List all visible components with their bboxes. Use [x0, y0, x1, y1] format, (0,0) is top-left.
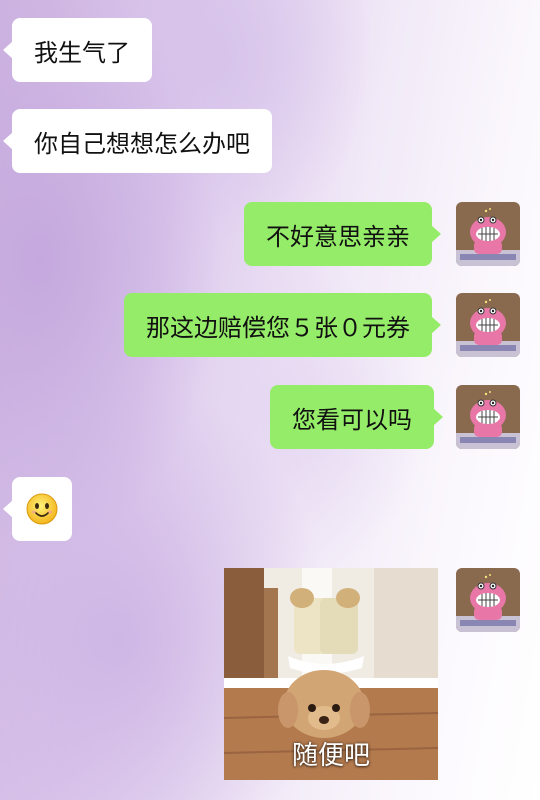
received-message-bubble[interactable]: 你自己想想怎么办吧 [3, 109, 272, 173]
user-avatar[interactable] [456, 568, 520, 632]
received-emoji-bubble[interactable] [3, 477, 72, 541]
smiling-face-emoji-icon [26, 493, 58, 525]
sent-message-bubble[interactable]: 那这边赔偿您５张０元券 [124, 293, 441, 357]
sticker-image[interactable]: 随便吧 [224, 568, 438, 780]
user-avatar[interactable] [456, 293, 520, 357]
message-text: 我生气了 [34, 38, 130, 67]
message-text: 您看可以吗 [292, 405, 412, 434]
message-text: 不好意思亲亲 [266, 222, 410, 251]
sticker-caption: 随便吧 [291, 741, 370, 771]
pink-cartoon-avatar-icon [456, 202, 520, 266]
pink-cartoon-avatar-icon [456, 385, 520, 449]
user-avatar[interactable] [456, 202, 520, 266]
message-text: 你自己想想怎么办吧 [34, 129, 250, 158]
message-text: 那这边赔偿您５张０元券 [146, 313, 410, 342]
pink-cartoon-avatar-icon [456, 293, 520, 357]
user-avatar[interactable] [456, 385, 520, 449]
received-message-bubble[interactable]: 我生气了 [3, 18, 152, 82]
sent-message-bubble[interactable]: 您看可以吗 [270, 385, 443, 449]
pink-cartoon-avatar-icon [456, 568, 520, 632]
sent-message-bubble[interactable]: 不好意思亲亲 [244, 202, 441, 266]
